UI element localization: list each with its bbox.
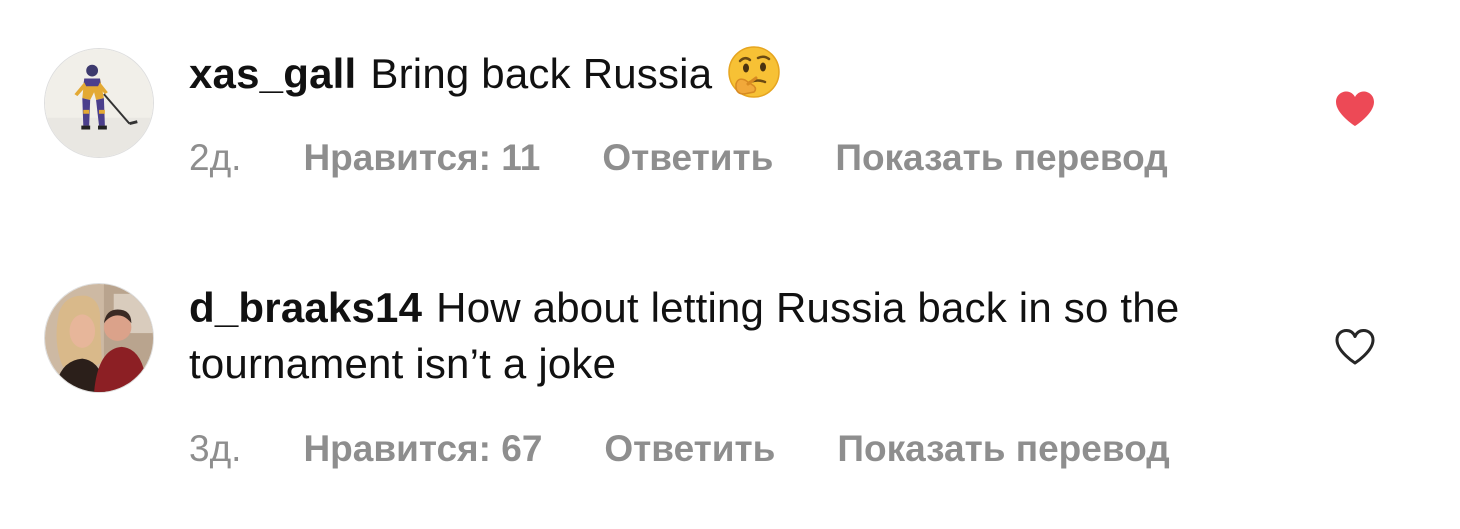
comment-timestamp: 2д. [189,137,242,178]
show-translation-button[interactable]: Показать перевод [835,136,1167,180]
comment-likes-count[interactable]: Нравится: 67 [303,427,542,471]
comment-meta: 3д. Нравится: 67 Ответить Показать перев… [189,427,1170,471]
avatar-hockey-player-image [45,49,153,157]
avatar[interactable] [44,48,154,158]
comment-text: xas_gall Bring back Russia [189,44,1259,102]
comment-meta: 2д. Нравится: 11 Ответить Показать перев… [189,136,1168,180]
avatar-couple-photo-image [45,284,153,392]
heart-filled-icon [1336,91,1374,126]
thinking-face-emoji-icon [726,44,782,100]
like-button[interactable] [1334,90,1376,128]
comment-likes-count[interactable]: Нравится: 11 [303,136,540,180]
heart-outline-icon [1335,329,1375,365]
comment-body: Bring back Russia [370,50,713,97]
comment-username[interactable]: d_braaks14 [189,284,422,331]
reply-button[interactable]: Ответить [604,427,775,471]
comment-username[interactable]: xas_gall [189,50,356,97]
avatar[interactable] [44,283,154,393]
comment-text: d_braaks14 How about letting Russia back … [189,280,1259,392]
like-button[interactable] [1334,328,1376,366]
reply-button[interactable]: Ответить [602,136,773,180]
show-translation-button[interactable]: Показать перевод [837,427,1169,471]
comment-timestamp: 3д. [189,428,242,469]
